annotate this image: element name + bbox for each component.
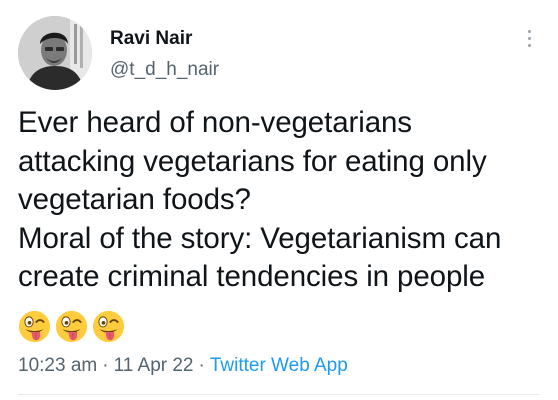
meta-separator: · (102, 355, 109, 376)
divider (18, 394, 540, 395)
tweet-date[interactable]: 11 Apr 22 (114, 355, 194, 376)
more-options-icon[interactable] (526, 30, 532, 52)
tweet-text-line: attacking vegetarians for eating only (18, 144, 487, 178)
emoji-row (18, 310, 125, 346)
tweet-text-line: create criminal tendencies in people (18, 260, 486, 293)
tweet-source-link[interactable]: Twitter Web App (210, 355, 348, 376)
winking-face-with-tongue-icon (92, 310, 125, 343)
tweet-meta: 10:23 am · 11 Apr 22 · Twitter Web App (18, 354, 348, 378)
author-display-name[interactable]: Ravi Nair (110, 28, 219, 50)
tweet-card: Ravi Nair @t_d_h_nair Ever heard of non-… (0, 0, 558, 400)
tweet-time[interactable]: 10:23 am (18, 355, 97, 376)
winking-face-with-tongue-icon (18, 310, 51, 343)
tweet-text-line: Moral of the story: Vegetarianism can (18, 221, 502, 255)
author-names: Ravi Nair @t_d_h_nair (110, 28, 219, 81)
avatar[interactable] (18, 16, 92, 90)
avatar-photo (18, 16, 92, 90)
tweet-text: Ever heard of non-vegetarians attacking … (18, 104, 548, 297)
tweet-text-line: vegetarian foods? (18, 183, 251, 216)
meta-separator: · (198, 355, 205, 376)
tweet-text-line: Ever heard of non-vegetarians (18, 106, 412, 139)
tweet-header: Ravi Nair @t_d_h_nair (18, 16, 540, 92)
author-handle[interactable]: @t_d_h_nair (110, 59, 219, 81)
winking-face-with-tongue-icon (55, 310, 88, 343)
